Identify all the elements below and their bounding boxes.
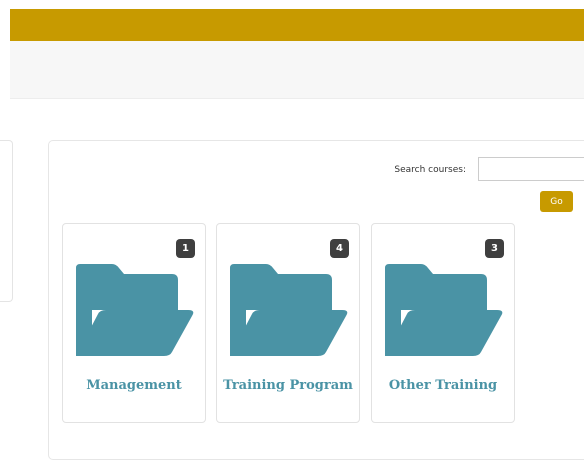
- category-title: Other Training: [388, 378, 498, 393]
- course-count-badge: 3: [485, 239, 504, 258]
- folder-open-icon: [76, 264, 194, 356]
- side-block: [0, 140, 13, 302]
- category-title: Training Program: [223, 378, 353, 393]
- search-courses-label: Search courses:: [394, 165, 466, 175]
- search-courses-input[interactable]: [478, 157, 584, 181]
- folder-open-icon: [385, 264, 503, 356]
- navigation-bar: [10, 41, 584, 99]
- category-card-training-program[interactable]: 4 Training Program: [216, 223, 360, 423]
- category-card-management[interactable]: 1 Management: [62, 223, 206, 423]
- category-card-other-training[interactable]: 3 Other Training: [371, 223, 515, 423]
- course-count-badge: 4: [330, 239, 349, 258]
- go-button[interactable]: Go: [540, 191, 573, 212]
- folder-open-icon: [230, 264, 348, 356]
- course-count-badge: 1: [176, 239, 195, 258]
- category-title: Management: [86, 378, 182, 393]
- top-header-bar: [10, 9, 584, 41]
